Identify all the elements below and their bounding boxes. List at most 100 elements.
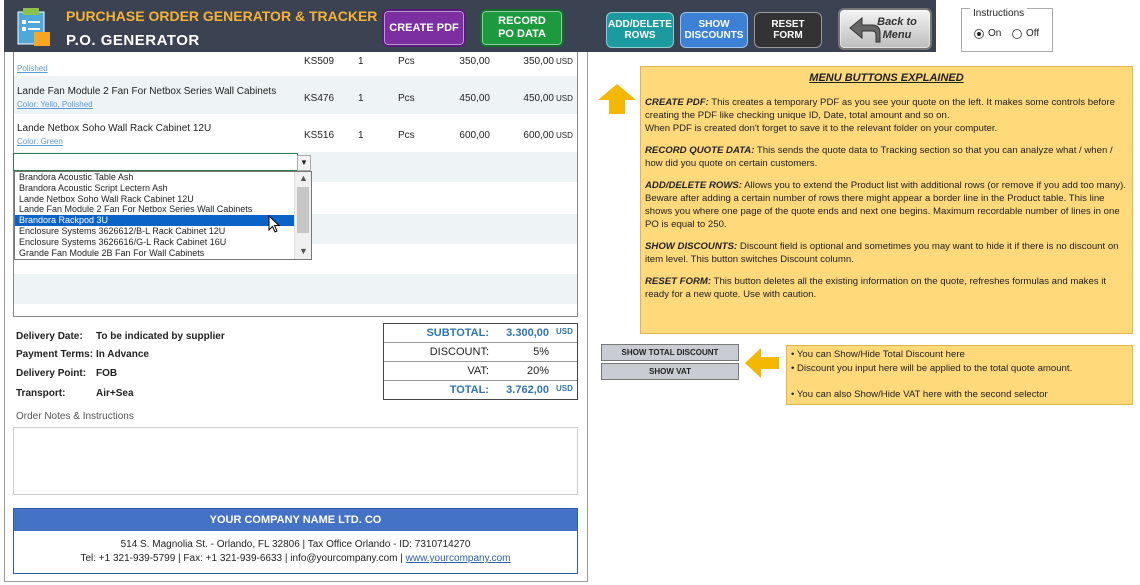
discount-value[interactable]: 5% bbox=[494, 346, 549, 358]
dropdown-option-selected[interactable]: Brandora Rackpod 3U bbox=[15, 215, 295, 226]
scrollbar-thumb[interactable] bbox=[297, 187, 309, 233]
product-qty: 1 bbox=[358, 93, 364, 104]
discount-label: DISCOUNT: bbox=[429, 346, 489, 358]
product-price: 350,00 bbox=[459, 56, 490, 67]
product-qty: 1 bbox=[358, 56, 364, 67]
radio-on-icon bbox=[974, 28, 984, 39]
instructions-off-label: Off bbox=[1026, 28, 1040, 39]
product-qty: 1 bbox=[358, 130, 364, 141]
terms-label: Payment Terms: bbox=[16, 349, 94, 360]
menu-buttons-explained-panel: MENU BUTTONS EXPLAINED CREATE PDF: This … bbox=[640, 66, 1133, 334]
show-discounts-explained: SHOW DISCOUNTS: Discount field is option… bbox=[645, 241, 1119, 265]
show-vat-button[interactable]: SHOW VAT bbox=[601, 363, 739, 380]
product-price: 600,00 bbox=[459, 130, 490, 141]
company-name: YOUR COMPANY NAME LTD. CO bbox=[14, 509, 577, 531]
terms-label: Delivery Point: bbox=[16, 368, 87, 379]
app-title: PURCHASE ORDER GENERATOR & TRACKER bbox=[66, 8, 378, 24]
instructions-group: Instructions On Off bbox=[961, 8, 1053, 52]
delivery-date-row: Delivery Date: To be indicated by supplie… bbox=[16, 331, 225, 342]
menu-explained-heading: MENU BUTTONS EXPLAINED bbox=[809, 72, 964, 84]
mouse-cursor-icon bbox=[268, 215, 281, 233]
company-contacts: Tel: +1 321-939-5799 | Fax: +1 321-939-6… bbox=[14, 553, 577, 564]
back-to-menu-button[interactable]: Back to Menu bbox=[838, 8, 932, 50]
product-color: Color: Yello, Polished bbox=[17, 100, 93, 109]
instructions-off-radio[interactable]: Off bbox=[1012, 28, 1039, 39]
payment-terms-row: Payment Terms: In Advance bbox=[16, 349, 149, 360]
chevron-down-icon: ▼ bbox=[300, 158, 308, 167]
product-total: 600,00 bbox=[523, 130, 554, 141]
totals-box: SUBTOTAL: 3.300,00 USD DISCOUNT: 5% VAT:… bbox=[383, 323, 578, 400]
product-currency: USD bbox=[556, 94, 573, 103]
terms-value: To be indicated by supplier bbox=[96, 331, 225, 342]
dropdown-option[interactable]: Grande Fan Module 2B Fan For Wall Cabine… bbox=[15, 248, 295, 259]
product-unit: Pcs bbox=[398, 56, 415, 67]
product-code: KS509 bbox=[304, 56, 335, 67]
product-name: Lande Fan Module 2 Fan For Netbox Series… bbox=[17, 86, 277, 97]
page-title: P.O. GENERATOR bbox=[66, 32, 200, 49]
terms-value: FOB bbox=[96, 368, 118, 379]
dropdown-option[interactable]: Lande Fan Module 2 Fan For Netbox Series… bbox=[15, 204, 295, 215]
instructions-on-radio[interactable]: On bbox=[974, 28, 1001, 39]
create-pdf-button[interactable]: CREATE PDF bbox=[382, 9, 466, 47]
delivery-point-row: Delivery Point: FOB bbox=[16, 368, 117, 379]
dropdown-option[interactable]: Enclosure Systems 3626612/B-L Rack Cabin… bbox=[15, 226, 295, 237]
discount-row: DISCOUNT: 5% bbox=[384, 343, 577, 362]
order-notes-field[interactable] bbox=[13, 427, 578, 495]
add-delete-explained: ADD/DELETE ROWS: Allows you to extend th… bbox=[645, 180, 1126, 230]
dropdown-toggle-button[interactable]: ▼ bbox=[297, 155, 311, 171]
record-explained: RECORD QUOTE DATA: This sends the quote … bbox=[645, 145, 1113, 169]
scroll-down-icon[interactable]: ▼ bbox=[295, 246, 312, 256]
vat-value[interactable]: 20% bbox=[494, 365, 549, 377]
subtotal-row: SUBTOTAL: 3.300,00 USD bbox=[384, 324, 577, 343]
dropdown-option[interactable]: Brandora Acoustic Table Ash bbox=[15, 172, 295, 183]
product-select-cell[interactable] bbox=[13, 153, 298, 171]
show-discounts-button[interactable]: SHOW DISCOUNTS bbox=[680, 12, 748, 48]
add-delete-rows-button[interactable]: ADD/DELETE ROWS bbox=[606, 12, 674, 48]
total-value: 3.762,00 bbox=[506, 384, 549, 396]
terms-label: Transport: bbox=[16, 388, 66, 399]
record-po-data-button[interactable]: RECORD PO DATA bbox=[480, 9, 564, 47]
subtotal-currency: USD bbox=[556, 327, 573, 336]
company-phone-email: Tel: +1 321-939-5799 | Fax: +1 321-939-6… bbox=[80, 553, 403, 564]
product-code: KS476 bbox=[304, 93, 335, 104]
transport-row: Transport: Air+Sea bbox=[16, 388, 134, 399]
left-arrow-icon bbox=[745, 348, 779, 378]
total-currency: USD bbox=[556, 384, 573, 393]
subtotal-label: SUBTOTAL: bbox=[426, 327, 489, 339]
dropdown-option[interactable]: Enclosure Systems 3626616/G-L Rack Cabin… bbox=[15, 237, 295, 248]
app-logo-icon bbox=[17, 8, 50, 46]
instructions-title: Instructions bbox=[970, 8, 1028, 19]
total-row: TOTAL: 3.762,00 USD bbox=[384, 381, 577, 400]
note-item: • You can Show/Hide Total Discount here bbox=[791, 349, 965, 360]
terms-label: Delivery Date: bbox=[16, 331, 83, 342]
company-address: 514 S. Magnolia St. - Orlando, FL 32806 … bbox=[120, 539, 471, 550]
dropdown-option[interactable]: Brandora Acoustic Script Lectern Ash bbox=[15, 183, 295, 194]
dropdown-scrollbar[interactable]: ▲ ▼ bbox=[294, 172, 311, 259]
product-price: 450,00 bbox=[459, 93, 490, 104]
product-currency: USD bbox=[556, 57, 573, 66]
total-label: TOTAL: bbox=[449, 384, 489, 396]
terms-value: Air+Sea bbox=[96, 388, 134, 399]
show-total-discount-button[interactable]: SHOW TOTAL DISCOUNT bbox=[601, 344, 739, 361]
reset-form-button[interactable]: RESET FORM bbox=[754, 12, 822, 48]
dropdown-option[interactable]: Lande Netbox Soho Wall Rack Cabinet 12U bbox=[15, 194, 295, 205]
subtotal-value: 3.300,00 bbox=[506, 327, 549, 339]
product-total: 450,00 bbox=[523, 93, 554, 104]
product-unit: Pcs bbox=[398, 93, 415, 104]
scroll-up-icon[interactable]: ▲ bbox=[295, 173, 312, 183]
up-arrow-icon bbox=[598, 84, 636, 114]
order-notes-label: Order Notes & Instructions bbox=[16, 411, 134, 422]
product-color: Polished bbox=[17, 64, 48, 73]
note-item: • Discount you input here will be applie… bbox=[791, 363, 1073, 374]
instructions-on-label: On bbox=[988, 28, 1002, 39]
company-website-link[interactable]: www.yourcompany.com bbox=[406, 553, 511, 564]
reset-explained: RESET FORM: This button deletes all the … bbox=[645, 276, 1107, 300]
create-pdf-explained: CREATE PDF: This creates a temporary PDF… bbox=[645, 97, 1115, 134]
company-footer: YOUR COMPANY NAME LTD. CO 514 S. Magnoli… bbox=[13, 508, 578, 574]
toggle-notes-panel: • You can Show/Hide Total Discount here … bbox=[786, 345, 1133, 405]
radio-off-icon bbox=[1012, 28, 1022, 39]
product-name: Lande Netbox Soho Wall Rack Cabinet 12U bbox=[17, 123, 212, 134]
vat-label: VAT: bbox=[467, 365, 489, 377]
product-unit: Pcs bbox=[398, 130, 415, 141]
terms-value: In Advance bbox=[96, 349, 149, 360]
